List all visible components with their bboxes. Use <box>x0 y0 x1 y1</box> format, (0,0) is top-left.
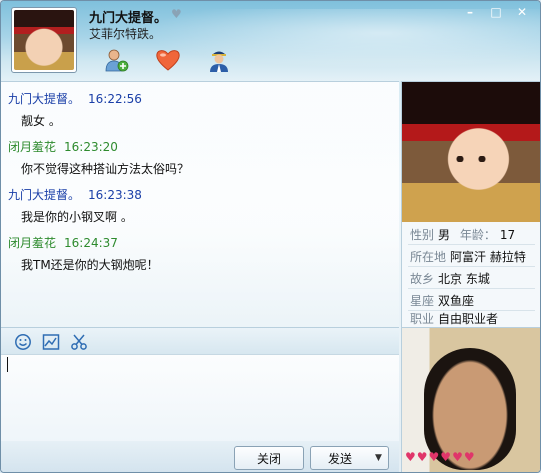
message-time: 16:24:37 <box>64 236 118 250</box>
job-value: 自由职业者 <box>438 312 499 326</box>
profile-divider <box>408 244 535 245</box>
sender-name[interactable]: 九门大提督。 <box>8 92 80 106</box>
heart-icon: ♥ <box>405 450 416 464</box>
sender-name[interactable]: 九门大提督。 <box>8 188 80 202</box>
contact-avatar[interactable] <box>11 7 77 73</box>
contact-photo[interactable] <box>402 82 540 222</box>
message-item: 九门大提督。 16:22:56 靓女 。 <box>1 88 399 136</box>
message-header: 闭月羞花 16:24:37 <box>8 234 118 251</box>
message-text: 我TM还是你的大钢炮呢！ <box>21 258 159 272</box>
zodiac-value: 双鱼座 <box>438 294 475 308</box>
close-window-button[interactable]: ✕ <box>510 3 534 20</box>
location-value: 阿富汗 赫拉特 <box>450 250 526 264</box>
sender-name[interactable]: 闭月羞花 <box>8 140 56 154</box>
profile-gender-age: 性别男 年龄： 17 <box>410 226 515 243</box>
age-value: 17 <box>499 228 516 242</box>
police-avatar-icon[interactable] <box>206 47 232 73</box>
message-text: 我是你的小钢叉啊 。 <box>21 210 133 224</box>
photo-detail <box>454 156 488 162</box>
screenshot-icon[interactable] <box>41 332 61 352</box>
chat-window: 九门大提督。 ♥ 艾菲尔特跌。 – □ ✕ 九门大提督。 16:22:56 靓女… <box>0 0 541 473</box>
contact-profile-panel: 性别男 年龄： 17 所在地 阿富汗 赫拉特 故乡 北京 东城 星座 双鱼座 职业 自由职… <box>401 81 540 327</box>
contact-name[interactable]: 九门大提督。 <box>89 7 167 26</box>
message-text: 靓女 。 <box>21 114 61 128</box>
message-time: 16:23:20 <box>64 140 118 154</box>
job-label: 职业 <box>410 312 435 326</box>
location-label: 所在地 <box>410 250 447 264</box>
profile-hometown: 故乡 北京 东城 <box>410 270 490 287</box>
age-label: 年龄： <box>459 228 496 242</box>
heart-icon[interactable] <box>155 47 181 73</box>
name-heart-icon: ♥ <box>171 7 182 21</box>
hometown-label: 故乡 <box>410 272 435 286</box>
sender-name[interactable]: 闭月羞花 <box>8 236 56 250</box>
heart-icon: ♥ <box>440 450 452 464</box>
message-time: 16:22:56 <box>88 92 142 106</box>
send-button[interactable]: 发送 <box>310 446 370 470</box>
heart-icon: ♥ <box>428 450 440 464</box>
message-header: 九门大提督。 16:22:56 <box>8 90 142 107</box>
zodiac-label: 星座 <box>410 294 435 308</box>
message-text: 你不觉得这种搭讪方法太俗吗？ <box>21 162 190 176</box>
hometown-value: 北京 东城 <box>438 272 490 286</box>
message-header: 九门大提督。 16:23:38 <box>8 186 142 203</box>
gender-label: 性别 <box>410 228 435 242</box>
add-friend-icon[interactable] <box>103 47 129 73</box>
gender-value: 男 <box>438 228 451 242</box>
heart-icon: ♥ <box>416 450 428 464</box>
heart-rating: ♥ ♥ ♥ ♥ ♥ ♥ <box>405 450 475 464</box>
profile-job: 职业 自由职业者 <box>410 310 498 327</box>
message-time: 16:23:38 <box>88 188 142 202</box>
message-item: 闭月羞花 16:23:20 你不觉得这种搭讪方法太俗吗？ <box>1 136 399 184</box>
emoji-icon[interactable] <box>13 332 33 352</box>
input-toolbar <box>1 327 399 355</box>
message-item: 闭月羞花 16:24:37 我TM还是你的大钢炮呢！ <box>1 232 399 280</box>
profile-location: 所在地 阿富汗 赫拉特 <box>410 248 526 265</box>
message-header: 闭月羞花 16:23:20 <box>8 138 118 155</box>
send-options-chevron-down-icon[interactable]: ▼ <box>369 446 389 470</box>
heart-icon: ♥ <box>452 450 463 464</box>
maximize-button[interactable]: □ <box>484 3 508 20</box>
avatar-image <box>14 10 74 70</box>
profile-divider <box>408 288 535 289</box>
heart-icon: ♥ <box>463 450 475 464</box>
profile-zodiac: 星座 双鱼座 <box>410 292 474 309</box>
profile-divider <box>408 266 535 267</box>
action-bar: 关闭 发送 ▼ <box>1 441 399 472</box>
scissors-icon[interactable] <box>69 332 89 352</box>
minimize-button[interactable]: – <box>458 3 482 20</box>
message-input[interactable] <box>1 355 399 441</box>
text-cursor <box>7 357 8 372</box>
contact-signature: 艾菲尔特跌。 <box>89 27 162 41</box>
message-history[interactable]: 九门大提督。 16:22:56 靓女 。 闭月羞花 16:23:20 你不觉得这种搭… <box>1 81 399 327</box>
close-button[interactable]: 关闭 <box>234 446 304 470</box>
window-controls: – □ ✕ <box>458 3 534 20</box>
window-header: 九门大提督。 ♥ 艾菲尔特跌。 – □ ✕ <box>1 1 540 81</box>
message-item: 九门大提督。 16:23:38 我是你的小钢叉啊 。 <box>1 184 399 232</box>
